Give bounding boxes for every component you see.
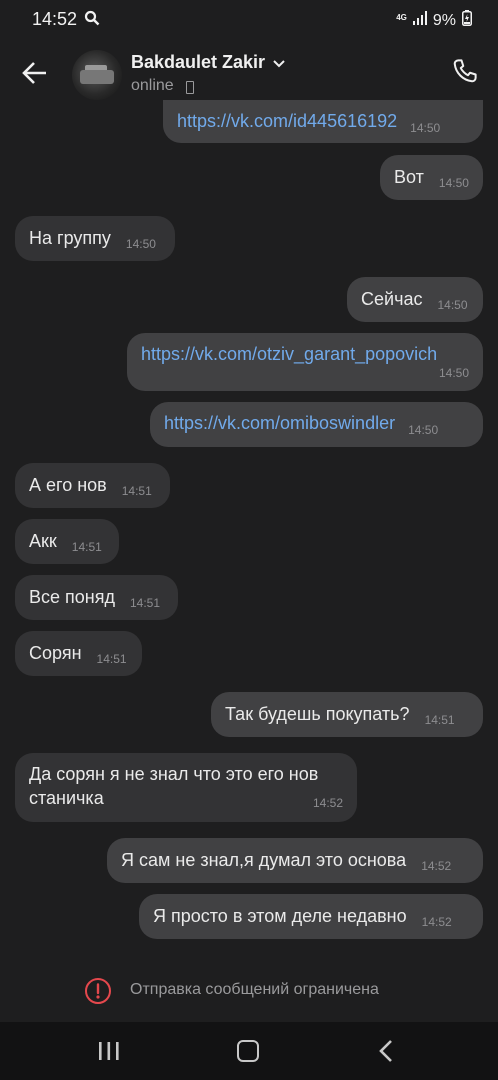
signal-icon <box>412 11 427 30</box>
message-text: Все поняд <box>29 587 115 607</box>
message-text: А его нов <box>29 475 107 495</box>
message-time: 14:50 <box>408 423 439 437</box>
message-time: 14:52 <box>421 915 452 929</box>
messaging-restricted-notice: Отправка сообщений ограничена <box>0 975 498 1007</box>
message-outgoing[interactable]: Я сам не знал,я думал это основа 14:52 <box>107 838 483 883</box>
mobile-device-icon <box>186 81 194 94</box>
message-text: Так будешь покупать? <box>225 704 410 724</box>
battery-percent: 9% <box>432 11 456 29</box>
message-time: 14:50 <box>125 237 156 251</box>
message-text: Сейчас <box>361 289 423 309</box>
message-time: 14:51 <box>71 540 102 554</box>
message-time: 14:51 <box>129 596 161 610</box>
message-incoming[interactable]: Все поняд 14:51 <box>15 575 178 620</box>
contact-name[interactable]: Bakdaulet Zakir <box>131 52 265 73</box>
alert-circle-icon <box>84 977 112 1010</box>
battery-icon <box>462 10 472 31</box>
status-time: 14:52 <box>32 9 78 29</box>
message-time: 14:50 <box>437 298 468 312</box>
status-bar: 14:52 4G 9% <box>0 0 498 40</box>
message-link[interactable]: https://vk.com/omiboswindler <box>164 411 395 435</box>
message-time: 14:52 <box>312 796 343 810</box>
message-text: Вот <box>394 167 424 187</box>
message-time: 14:51 <box>96 652 127 666</box>
phone-call-icon[interactable] <box>450 56 480 91</box>
message-time: 14:52 <box>421 859 452 873</box>
notice-text: Отправка сообщений ограничена <box>130 981 379 998</box>
message-time: 14:50 <box>438 176 469 190</box>
message-text: Я просто в этом деле недавно <box>153 906 407 926</box>
back-arrow-icon[interactable] <box>20 58 50 88</box>
message-text: Да сорян я не знал что это его нов <box>29 764 319 784</box>
message-time: 14:50 <box>438 366 469 380</box>
message-incoming[interactable]: Сорян 14:51 <box>15 631 142 676</box>
message-outgoing[interactable]: Так будешь покупать? 14:51 <box>211 692 483 737</box>
message-text: На группу <box>29 228 111 248</box>
message-incoming[interactable]: На группу 14:50 <box>15 216 175 261</box>
recent-apps-icon[interactable] <box>98 1041 120 1066</box>
message-outgoing[interactable]: https://vk.com/otziv_garant_popovich 14:… <box>127 333 483 391</box>
message-text: Я сам не знал,я думал это основа <box>121 850 407 870</box>
message-link[interactable]: https://vk.com/id445616192 <box>177 109 397 133</box>
system-nav-bar <box>0 1022 498 1080</box>
message-outgoing[interactable]: https://vk.com/omiboswindler 14:50 <box>150 402 483 447</box>
search-icon <box>84 10 100 31</box>
message-text: станичка <box>29 788 104 808</box>
message-time: 14:50 <box>410 121 441 135</box>
message-outgoing[interactable]: Вот 14:50 <box>380 155 483 200</box>
message-incoming[interactable]: А его нов 14:51 <box>15 463 170 508</box>
message-incoming[interactable]: Да сорян я не знал что это его нов стани… <box>15 753 357 822</box>
back-icon[interactable] <box>378 1039 394 1068</box>
avatar[interactable] <box>72 50 122 100</box>
message-time: 14:51 <box>424 713 455 727</box>
message-text: Сорян <box>29 643 82 663</box>
message-text-line2: станичка 14:52 <box>29 786 343 810</box>
chevron-down-icon[interactable] <box>272 56 286 74</box>
message-outgoing[interactable]: Сейчас 14:50 <box>347 277 483 322</box>
message-incoming[interactable]: Акк 14:51 <box>15 519 119 564</box>
network-type: 4G <box>396 12 407 22</box>
home-icon[interactable] <box>237 1040 259 1062</box>
message-text: Акк <box>29 531 57 551</box>
message-outgoing[interactable]: Я просто в этом деле недавно 14:52 <box>139 894 483 939</box>
message-link[interactable]: https://vk.com/otziv_garant_popovich <box>141 342 437 366</box>
chat-screen: 14:52 4G 9% Bakdaulet Zakir online https… <box>0 0 498 1080</box>
message-outgoing[interactable]: https://vk.com/id445616192 14:50 <box>163 100 483 143</box>
contact-status: online <box>131 77 174 94</box>
message-time: 14:51 <box>121 484 152 498</box>
